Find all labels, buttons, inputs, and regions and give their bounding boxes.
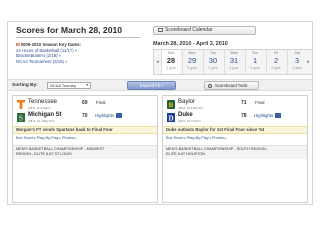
baylor-logo-icon: B [167,100,175,109]
play-by-play-link[interactable]: Play-By-Play [37,136,59,140]
day-game-count: 2 gms [292,66,302,70]
team-name[interactable]: Duke [178,112,193,118]
svg-text:D: D [168,115,173,123]
game-headline[interactable]: Duke outlasts Baylor for 1st Final Four … [163,126,307,134]
team-row: B Baylor (28-8, 11-5 Big 12) 71 Final [163,98,307,110]
day-date: 1 [252,56,258,65]
team-row: D Duke (33-5, 13-3 ACC) 78 Highlights [163,111,307,123]
day-game-count: 2 gms [166,66,176,70]
scoreboard-tools-label: Scoreboard Tools [215,83,248,88]
team-record: (28-8, 11-5 Big 12) [178,106,203,110]
team-score: 70 [82,113,88,119]
team-record: (28-8, 11-6 SEC) [28,106,51,110]
day-date: 3 [294,56,300,65]
key-date-link[interactable]: NCAA Tournament (3/16) » [16,59,142,65]
calendar-tab-label: Scoreboard Calendar [165,27,213,33]
highlights-link[interactable]: Highlights [95,113,123,118]
scoreboard-panel: Scores for March 28, 2010 Scoreboard Cal… [7,21,313,205]
team-name[interactable]: Michigan St [28,112,62,118]
game-links: Box Score ▸ Play-By-Play ▸ Photos ▸ [166,136,226,140]
title-divider [16,37,140,38]
box-score-link[interactable]: Box Score [166,136,184,140]
caret-icon: ▸ [223,136,227,140]
day-date: 31 [229,56,239,65]
sort-select[interactable]: NCAA Tourney ▼ [47,82,91,89]
play-by-play-link[interactable]: Play-By-Play [187,136,209,140]
team-name[interactable]: Tennessee [28,99,57,105]
chevron-down-icon: ▼ [85,83,89,87]
scoreboard-toolbar: Sorting By: NCAA Tourney ▼ Expand All + S… [8,79,312,91]
team-name[interactable]: Baylor [178,99,195,105]
calendar-icon [158,28,163,32]
photos-link[interactable]: Photos [62,136,74,140]
svg-text:S: S [19,114,23,123]
day-date: 29 [187,56,197,65]
day-game-count: 0 gms [229,66,239,70]
highlights-label: Highlights [95,113,115,118]
round-line: ELITE 8 AT HOUSTON [166,152,206,156]
michigan-state-logo-icon: S [17,113,25,122]
day-game-count: 0 gms [208,66,218,70]
sort-label: Sorting By: [12,83,38,88]
day-date: 30 [208,56,218,65]
game-card: Tennessee (28-8, 11-6 SEC) 69 Final S Mi… [12,95,158,203]
box-score-link[interactable]: Box Score [16,136,34,140]
team-score: 78 [241,113,247,119]
team-record: (33-5, 13-3 ACC) [178,119,201,123]
day-game-count: 0 gms [250,66,260,70]
scoreboard-calendar-tab[interactable]: Scoreboard Calendar [153,26,256,35]
game-status: Final [255,100,265,105]
highlights-label: Highlights [254,113,274,118]
game-card: B Baylor (28-8, 11-5 Big 12) 71 Final D … [162,95,308,203]
team-row: S Michigan St (28-8, 14-4 Big Ten) 70 Hi… [13,111,157,123]
team-score: 69 [82,100,88,106]
calendar-day[interactable]: Fri 2 0 gms [266,50,285,74]
day-date: 2 [273,56,279,65]
game-links: Box Score ▸ Play-By-Play ▸ Photos ▸ [16,136,76,140]
calendar-day[interactable]: Sat 3 2 gms [287,50,306,74]
team-record: (28-8, 14-4 Big Ten) [28,119,55,123]
day-game-count: 0 gms [187,66,197,70]
day-game-count: 0 gms [271,66,281,70]
highlights-link[interactable]: Highlights [254,113,282,118]
calendar-day[interactable]: Sun 28 2 gms [161,50,180,74]
round-info: MEN'S BASKETBALL CHAMPIONSHIP - SOUTH RE… [163,145,307,159]
duke-logo-icon: D [167,113,175,122]
collapse-icon[interactable]: ⊟ [16,42,20,47]
expand-all-button[interactable]: Expand All + [127,81,176,90]
photos-link[interactable]: Photos [212,136,224,140]
svg-text:B: B [169,102,174,109]
prev-week-arrow-icon[interactable]: ◂ [154,50,161,74]
round-info: MEN'S BASKETBALL CHAMPIONSHIP - MIDWEST … [13,145,157,159]
key-dates-box: ⊟2009-2010 Season Key Dates: 24 Hours of… [16,42,142,64]
calendar-day[interactable]: Tue 30 0 gms [203,50,222,74]
video-icon [116,113,123,118]
video-icon [275,113,282,118]
team-row: Tennessee (28-8, 11-6 SEC) 69 Final [13,98,157,110]
calendar-day[interactable]: Wed 31 0 gms [224,50,243,74]
sort-select-value: NCAA Tourney [50,83,77,88]
key-dates-heading: 2009-2010 Season Key Dates: [20,42,82,47]
day-date: 28 [166,56,176,65]
round-line: REGION - ELITE 8 AT ST LOUIS [16,152,72,156]
calendar-date-range: March 28, 2010 - April 3, 2010 [153,41,228,47]
next-week-arrow-icon[interactable]: ▸ [305,50,312,74]
page-title: Scores for March 28, 2010 [16,25,123,35]
tennessee-logo-icon [17,100,25,109]
game-headline[interactable]: Morgan's FT sends Spartans back to Final… [13,126,157,134]
caret-icon: ▸ [73,136,77,140]
calendar-strip: ◂ Sun 28 2 gms Mon 29 0 gms Tue 30 0 gms Wed 31… [153,49,313,75]
gear-icon [208,84,212,88]
calendar-day[interactable]: Thu 1 0 gms [245,50,264,74]
team-score: 71 [241,100,247,106]
scoreboard-tools-button[interactable]: Scoreboard Tools [204,81,259,90]
calendar-day[interactable]: Mon 29 0 gms [182,50,201,74]
game-status: Final [96,100,106,105]
